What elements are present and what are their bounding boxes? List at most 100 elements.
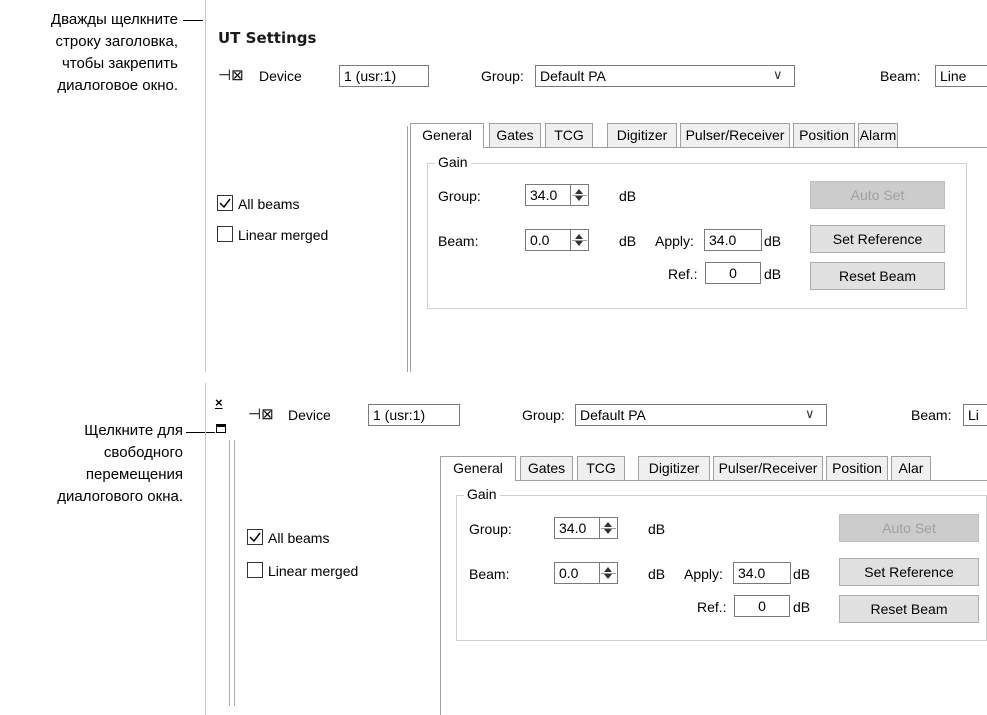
device-label: Device [288,407,331,423]
auto-set-button[interactable]: Auto Set [839,514,979,542]
window-left-border [205,383,206,715]
tab-digitizer[interactable]: Digitizer [607,123,677,147]
tab-tcg[interactable]: TCG [577,456,625,480]
window-title[interactable]: UT Settings [218,29,316,47]
beam-combo[interactable]: Li [963,404,987,426]
apply-unit: dB [764,233,782,249]
checkmark-icon [219,198,231,209]
group-label: Group: [481,68,524,84]
tab-pulser-receiver[interactable]: Pulser/Receiver [680,123,790,147]
callout-line: свободного [103,444,183,461]
callout-line: чтобы закрепить [61,55,178,72]
linear-merged-label: Linear merged [268,563,359,579]
linear-merged-label: Linear merged [238,227,329,243]
callout-line: перемещения [85,466,183,483]
all-beams-checkbox[interactable] [247,529,263,545]
ref-field: 0 [705,262,761,284]
gain-beam-unit: dB [648,566,666,582]
pin-icon[interactable]: ⊣⊠ [218,66,244,84]
callout-line: строку заголовка, [55,33,178,50]
set-reference-button[interactable]: Set Reference [810,225,945,253]
tab-position[interactable]: Position [826,456,888,480]
gain-group-label: Group: [469,521,512,537]
chevron-down-icon[interactable]: ∨ [773,67,783,83]
tab-alarm[interactable]: Alar [891,456,931,480]
gain-group-spinner[interactable] [571,184,589,206]
ref-label: Ref.: [697,599,727,615]
tab-gates[interactable]: Gates [489,123,541,147]
close-icon[interactable]: × [215,396,223,409]
ref-unit: dB [764,266,782,282]
gain-beam-label: Beam: [469,566,510,582]
tab-gates[interactable]: Gates [520,456,573,480]
dock-grip-line [229,440,230,706]
gain-group-input[interactable]: 34.0 [554,517,600,539]
gain-group-unit: dB [648,521,666,537]
gain-group-spinner[interactable] [600,517,618,539]
docked-window: × ⊣⊠ Device 1 (usr:1) Group: Default PA … [202,383,987,715]
gain-beam-unit: dB [619,233,637,249]
callout-leader-top [183,20,203,21]
device-label: Device [259,68,302,84]
tab-general[interactable]: General [440,456,516,481]
callout-float-toggle: Щелкните для свободного перемещения диал… [0,420,183,508]
beam-combo[interactable]: Line [935,65,987,87]
apply-field: 34.0 [733,562,791,584]
reset-beam-button[interactable]: Reset Beam [810,262,945,290]
gain-beam-spinner[interactable] [600,562,618,584]
apply-unit: dB [793,566,811,582]
pin-icon[interactable]: ⊣⊠ [248,405,274,423]
tab-strip: General Gates TCG Digitizer Pulser/Recei… [410,123,987,148]
group-combo[interactable]: Default PA [535,65,795,87]
tab-page-border-left [440,480,441,715]
gain-group-label: Group: [438,188,481,204]
tab-tcg[interactable]: TCG [545,123,593,147]
linear-merged-checkbox[interactable] [217,226,233,242]
chevron-down-icon[interactable]: ∨ [805,406,815,422]
ref-unit: dB [793,599,811,615]
gain-beam-spinner[interactable] [571,229,589,251]
callout-line: Щелкните для [84,422,183,439]
group-label: Group: [522,407,565,423]
tab-digitizer[interactable]: Digitizer [638,456,710,480]
gain-beam-input[interactable]: 0.0 [554,562,600,584]
beam-label: Beam: [911,407,952,423]
group-combo[interactable]: Default PA [575,404,827,426]
callout-line: диалоговое окно. [57,77,178,94]
gain-group-unit: dB [619,188,637,204]
device-field[interactable]: 1 (usr:1) [339,65,429,87]
window-left-border [205,0,206,372]
panel-divider [407,126,408,372]
set-reference-button[interactable]: Set Reference [839,558,979,586]
float-toggle-icon[interactable] [216,424,226,433]
device-field[interactable]: 1 (usr:1) [368,404,460,426]
linear-merged-checkbox[interactable] [247,562,263,578]
tab-page-border-left [410,147,411,372]
checkmark-icon [249,532,261,543]
ref-field: 0 [734,595,790,617]
reset-beam-button[interactable]: Reset Beam [839,595,979,623]
floating-window: UT Settings ⊣⊠ Device 1 (usr:1) Group: D… [202,0,987,372]
gain-beam-input[interactable]: 0.0 [525,229,571,251]
all-beams-label: All beams [238,196,300,212]
callout-line: Дважды щелкните [50,11,178,28]
tab-alarm[interactable]: Alarm [858,123,898,147]
ref-label: Ref.: [668,266,698,282]
apply-label: Apply: [684,566,723,582]
tab-position[interactable]: Position [793,123,855,147]
beam-label: Beam: [880,68,921,84]
tab-strip: General Gates TCG Digitizer Pulser/Recei… [440,456,987,481]
dock-grip-line [234,440,235,706]
apply-label: Apply: [655,233,694,249]
all-beams-checkbox[interactable] [217,195,233,211]
gain-group-input[interactable]: 34.0 [525,184,571,206]
apply-field: 34.0 [704,229,762,251]
callout-double-click-title: Дважды щелкните строку заголовка, чтобы … [0,9,178,97]
tab-pulser-receiver[interactable]: Pulser/Receiver [713,456,823,480]
callout-line: диалогового окна. [57,488,183,505]
auto-set-button[interactable]: Auto Set [810,181,945,209]
gain-beam-label: Beam: [438,233,479,249]
gain-legend: Gain [464,486,500,502]
all-beams-label: All beams [268,530,330,546]
tab-general[interactable]: General [410,123,484,148]
